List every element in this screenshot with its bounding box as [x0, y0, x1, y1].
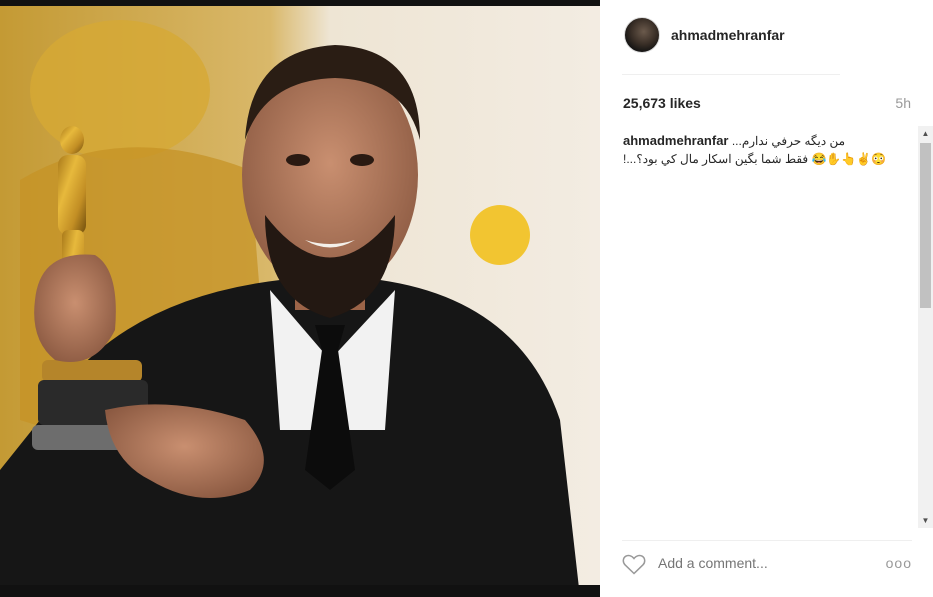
avatar[interactable] — [624, 17, 660, 53]
caption-username[interactable]: ahmadmehranfar — [623, 133, 728, 148]
scroll-down-arrow-icon[interactable]: ▼ — [918, 513, 933, 528]
post-header: ahmadmehranfar — [622, 0, 840, 75]
post-time[interactable]: 5h — [895, 95, 911, 111]
more-options-icon[interactable]: ooo — [886, 555, 912, 571]
comments-scrollbar[interactable]: ▲ ▼ — [918, 126, 933, 528]
post-image[interactable] — [0, 0, 600, 597]
post-sidebar: ahmadmehranfar 25,673 likes 5h ahmadmehr… — [600, 0, 933, 597]
comment-input[interactable] — [658, 555, 858, 571]
username-link[interactable]: ahmadmehranfar — [671, 27, 785, 43]
post-footer: ooo — [622, 540, 912, 587]
caption-text-line2: 😳✌👆✋😂 فقط شما بگين اسكار مال كي بود؟...! — [623, 152, 887, 166]
scroll-thumb[interactable] — [920, 143, 931, 308]
caption: ahmadmehranfar من ديگه حرفي ندارم... 😳✌👆… — [623, 132, 891, 168]
scroll-up-arrow-icon[interactable]: ▲ — [918, 126, 933, 141]
heart-icon[interactable] — [622, 553, 648, 577]
likes-count[interactable]: 25,673 likes — [623, 95, 701, 111]
caption-text-line1: من ديگه حرفي ندارم... — [731, 134, 846, 148]
